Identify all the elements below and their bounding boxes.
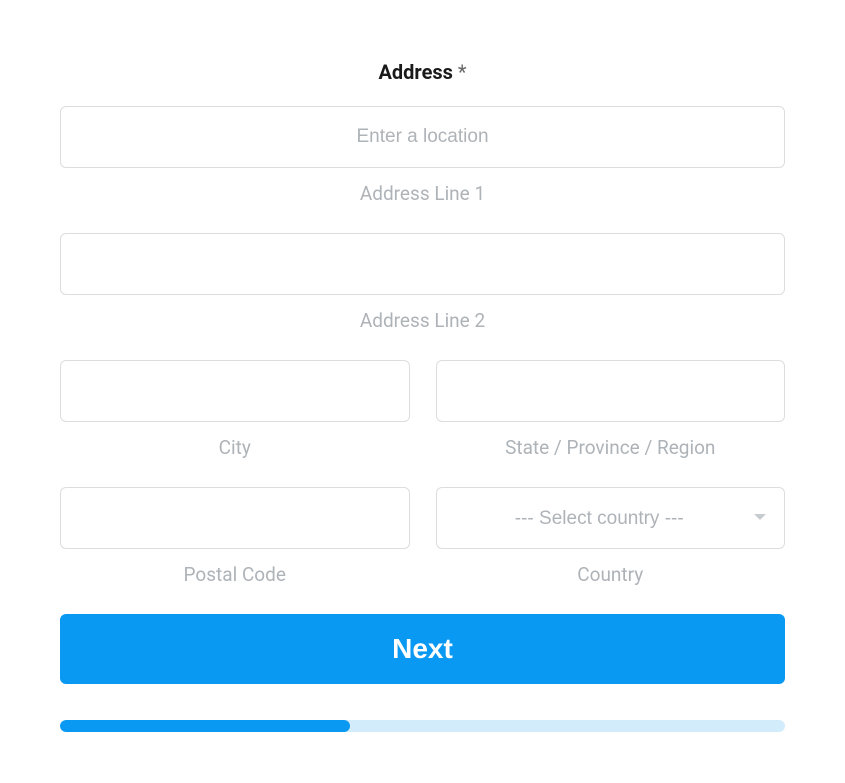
country-group: --- Select country --- Country	[436, 487, 786, 586]
next-button[interactable]: Next	[60, 614, 785, 684]
progress-bar	[60, 720, 785, 732]
country-select-wrapper: --- Select country ---	[436, 487, 786, 549]
address-line-1-group: Address Line 1	[60, 106, 785, 205]
postal-code-input[interactable]	[60, 487, 410, 549]
state-input[interactable]	[436, 360, 786, 422]
country-label: Country	[436, 563, 786, 586]
city-group: City	[60, 360, 410, 459]
postal-code-group: Postal Code	[60, 487, 410, 586]
postal-code-label: Postal Code	[60, 563, 410, 586]
state-label: State / Province / Region	[436, 436, 786, 459]
required-asterisk: *	[458, 60, 467, 84]
address-line-2-label: Address Line 2	[60, 309, 785, 332]
form-title-text: Address	[378, 60, 452, 84]
address-line-1-input[interactable]	[60, 106, 785, 168]
address-line-1-label: Address Line 1	[60, 182, 785, 205]
progress-fill	[60, 720, 350, 732]
city-input[interactable]	[60, 360, 410, 422]
city-state-row: City State / Province / Region	[60, 360, 785, 459]
postal-country-row: Postal Code --- Select country --- Count…	[60, 487, 785, 586]
country-select[interactable]: --- Select country ---	[436, 487, 786, 549]
city-label: City	[60, 436, 410, 459]
address-line-2-group: Address Line 2	[60, 233, 785, 332]
form-title: Address *	[60, 60, 785, 84]
state-group: State / Province / Region	[436, 360, 786, 459]
address-line-2-input[interactable]	[60, 233, 785, 295]
